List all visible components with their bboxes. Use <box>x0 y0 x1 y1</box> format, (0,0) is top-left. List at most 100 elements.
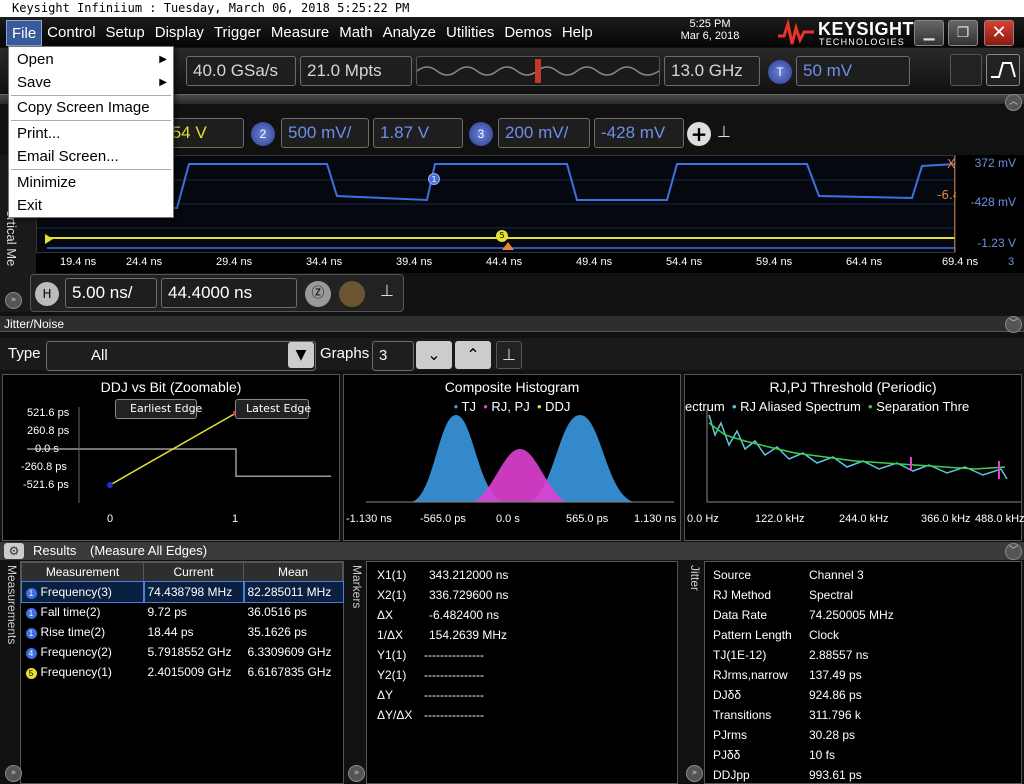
x-tick: 24.4 ns <box>126 256 163 268</box>
edge-trigger-icon <box>991 62 1016 78</box>
jitter-key: Transitions <box>713 708 772 722</box>
type-select[interactable]: All <box>46 341 316 371</box>
maximize-window-button[interactable]: ❐ <box>948 20 978 46</box>
add-channel-button[interactable]: + <box>687 122 711 146</box>
jitter-key: DDJpp <box>713 768 750 782</box>
graphs-decrement-button[interactable]: ⌄ <box>416 341 452 369</box>
earliest-edge-point[interactable] <box>107 482 113 488</box>
table-row[interactable]: 1 Rise time(2) 18.44 ps 35.1626 ps <box>22 622 343 642</box>
x-tick: 29.4 ns <box>216 256 253 268</box>
table-row[interactable]: 1 Frequency(3) 74.438798 MHz 82.285011 MH… <box>20 580 344 603</box>
zoom-icon[interactable]: Ⓩ <box>305 281 331 307</box>
marker-value: --------------- <box>424 668 484 682</box>
column-header[interactable]: Mean <box>243 562 343 582</box>
menu-item-minimize[interactable]: Minimize <box>9 171 173 194</box>
ddj-vs-bit-chart[interactable]: DDJ vs Bit (Zoomable) Earliest Edge Late… <box>2 374 340 541</box>
measurements-table: Measurement Current Mean 1 Frequency(3) 7… <box>20 562 344 682</box>
expand-markers-icon[interactable]: » <box>348 765 365 782</box>
jitter-toolbar: Type All ▼ Graphs 3 ⌄ ⌃ ⊥ <box>0 338 1024 371</box>
table-row[interactable]: 1 Fall time(2) 9.72 ps 36.0516 ps <box>22 602 343 622</box>
jitter-tab[interactable]: Jitter <box>686 565 702 591</box>
spectrum-trace <box>708 414 1008 480</box>
ch3-offset-field[interactable]: -428 mV <box>594 118 684 148</box>
close-window-button[interactable]: ✕ <box>984 20 1014 46</box>
menu-item-email[interactable]: Email Screen... <box>9 145 173 168</box>
composite-histogram-chart[interactable]: Composite Histogram • TJ • RJ, PJ • DDJ … <box>343 374 681 541</box>
marker-key: X1(1) <box>377 568 407 582</box>
trigger-edge-button[interactable] <box>986 54 1020 86</box>
ch3-badge[interactable]: 3 <box>469 122 493 146</box>
graphs-increment-button[interactable]: ⌃ <box>455 341 491 369</box>
y-tick: 260.8 ps <box>27 425 70 437</box>
menu-demos[interactable]: Demos <box>499 20 557 46</box>
expand-measurements-icon[interactable]: » <box>5 765 22 782</box>
clock: 5:25 PM Mar 6, 2018 <box>672 18 748 42</box>
collapse-results-icon[interactable]: ﹀ <box>1005 543 1022 560</box>
ch2-scale-field[interactable]: 500 mV/ <box>281 118 369 148</box>
minimize-window-button[interactable]: ▁ <box>914 20 944 46</box>
menu-item-save[interactable]: Save ▶ <box>9 71 173 94</box>
marker-5-badge[interactable]: 5 <box>496 230 508 242</box>
menu-analyze[interactable]: Analyze <box>378 20 441 46</box>
menu-utilities[interactable]: Utilities <box>441 20 499 46</box>
horizontal-badge[interactable]: H <box>35 282 59 306</box>
expand-jitter-icon[interactable]: » <box>686 765 703 782</box>
x-tick: 1.130 ns <box>634 513 677 525</box>
jitter-value: 993.61 ps <box>809 768 862 782</box>
mean-value: 36.0516 ps <box>247 604 307 619</box>
table-row[interactable]: 5 Frequency(1) 2.4015009 GHz 6.6167835 GH… <box>22 662 343 682</box>
menu-item-label: Open <box>17 51 54 68</box>
column-header[interactable]: Measurement <box>21 562 144 582</box>
graphs-count-field[interactable]: 3 <box>372 341 414 371</box>
time-scale-field[interactable]: 5.00 ns/ <box>65 278 157 308</box>
waveform-display[interactable]: 1 5 X -6.4 <box>36 155 960 253</box>
time-position-field[interactable]: 44.4000 ns <box>161 278 297 308</box>
ch2-offset-field[interactable]: 1.87 V <box>373 118 463 148</box>
memory-depth-field[interactable]: 21.0 Mpts <box>300 56 412 86</box>
jitter-value: 30.28 ps <box>809 728 856 742</box>
ch1-ground-icon <box>45 234 53 244</box>
trigger-badge[interactable]: T <box>768 60 792 84</box>
current-value: 74.438798 MHz <box>142 580 245 603</box>
bandwidth-field[interactable]: 13.0 GHz <box>664 56 760 86</box>
trigger-level-field[interactable]: 50 mV <box>796 56 910 86</box>
collapse-waveform-icon[interactable]: ︿ <box>1005 94 1022 111</box>
menu-measure[interactable]: Measure <box>266 20 334 46</box>
menu-control[interactable]: Control <box>42 20 100 46</box>
table-row[interactable]: 4 Frequency(2) 5.7918552 GHz 6.3309609 GH… <box>22 642 343 662</box>
expand-side-icon[interactable]: » <box>5 292 22 309</box>
acquisition-grid-icon[interactable] <box>339 281 365 307</box>
menu-display[interactable]: Display <box>150 20 209 46</box>
submenu-arrow-icon: ▶ <box>159 77 167 88</box>
pin-icon[interactable]: ⊥ <box>714 122 734 144</box>
menu-help[interactable]: Help <box>557 20 598 46</box>
menu-item-print[interactable]: Print... <box>9 122 173 145</box>
timebase-overview[interactable] <box>416 56 660 86</box>
mean-value: 6.6167835 GHz <box>247 664 332 679</box>
menu-math[interactable]: Math <box>334 20 377 46</box>
x-tick: 488.0 kHz <box>975 513 1024 525</box>
menu-setup[interactable]: Setup <box>101 20 150 46</box>
collapse-jitter-icon[interactable]: ﹀ <box>1005 316 1022 333</box>
jitter-pin-icon[interactable]: ⊥ <box>496 341 522 369</box>
horizontal-pin-icon[interactable]: ⊥ <box>377 281 397 305</box>
marker-1-badge[interactable]: 1 <box>428 173 440 185</box>
column-header[interactable]: Current <box>143 562 244 582</box>
vertical-measure-tab[interactable]: ertical Me <box>5 210 19 290</box>
measurements-tab[interactable]: Measurements <box>3 565 19 644</box>
sample-rate-field[interactable]: 40.0 GSa/s <box>186 56 296 86</box>
ch2-badge[interactable]: 2 <box>251 122 275 146</box>
menu-item-exit[interactable]: Exit <box>9 194 173 217</box>
jitter-key: DJδδ <box>713 688 742 702</box>
zoom-select-icon[interactable] <box>950 54 982 86</box>
menu-item-copy-screen[interactable]: Copy Screen Image <box>9 96 173 119</box>
ch3-scale-field[interactable]: 200 mV/ <box>498 118 590 148</box>
menu-item-open[interactable]: Open ▶ <box>9 48 173 71</box>
menu-trigger[interactable]: Trigger <box>209 20 266 46</box>
menu-file[interactable]: File <box>6 20 43 46</box>
type-dropdown-icon[interactable]: ▼ <box>288 342 314 368</box>
marker-key: Y2(1) <box>377 668 407 682</box>
markers-tab[interactable]: Markers <box>348 565 364 608</box>
settings-gear-icon[interactable]: ⚙ <box>4 543 24 559</box>
rjpj-threshold-chart[interactable]: RJ,PJ Threshold (Periodic) ectrum • RJ A… <box>684 374 1024 541</box>
